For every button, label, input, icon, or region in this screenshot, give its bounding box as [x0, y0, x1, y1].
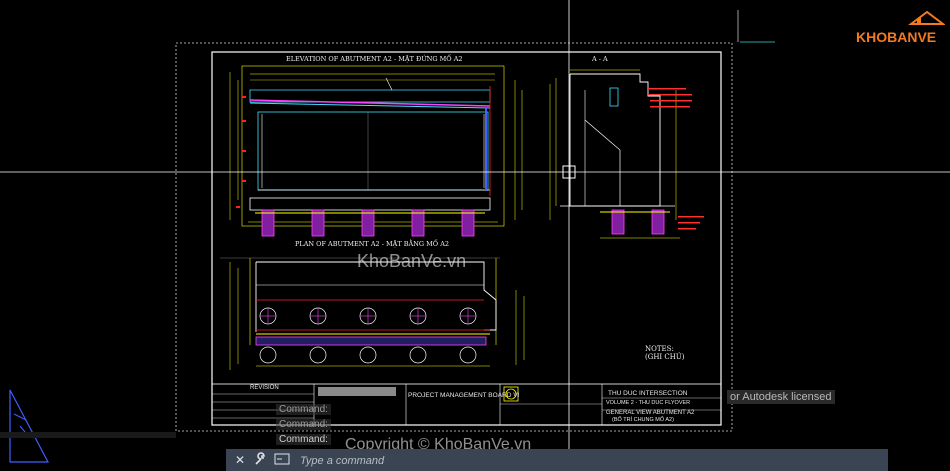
sheet-title: GENERAL VIEW ABUTMENT A2 [606, 410, 695, 416]
wrench-icon[interactable] [252, 452, 268, 468]
elevation-title: ELEVATION OF ABUTMENT A2 - MẶT ĐỨNG MỐ A… [286, 55, 463, 63]
sheet-subtitle: (BỐ TRÍ CHUNG MỐ A2) [612, 417, 674, 423]
command-line-bar[interactable]: ✕ [226, 449, 888, 471]
sheet-layout-border [175, 42, 733, 432]
layout-tab-strip [0, 432, 176, 438]
revision-label: REVISION [250, 385, 279, 391]
volume-label: VOLUME 2 - THU DUC FLYOVER [606, 400, 691, 406]
prompt-icon[interactable] [274, 452, 290, 468]
project-name: PROJECT MANAGEMENT BOARD VI [408, 392, 520, 399]
plan-title: PLAN OF ABUTMENT A2 - MẶT BẰNG MỐ A2 [295, 240, 450, 248]
command-history-line: Command: [276, 434, 331, 445]
logo-text: KHOBANVE [856, 29, 937, 45]
elevation-view [229, 65, 523, 227]
command-history-line: Command: [276, 419, 331, 430]
plan-view [220, 257, 525, 370]
section-title: A - A [592, 55, 608, 63]
watermark-center: KhoBanVe.vn [357, 251, 467, 271]
license-message: or Autodesk licensed [727, 390, 835, 404]
command-history-line: Command: [276, 404, 331, 415]
command-input[interactable] [298, 451, 862, 471]
elevation-piles [255, 209, 485, 237]
project-title: THU DUC INTERSECTION [608, 390, 688, 397]
notes-subtitle: (GHI CHÚ) [645, 353, 685, 361]
notes-title: NOTES: [645, 345, 674, 353]
close-icon[interactable]: ✕ [232, 452, 248, 468]
ucs-icon [9, 389, 49, 463]
